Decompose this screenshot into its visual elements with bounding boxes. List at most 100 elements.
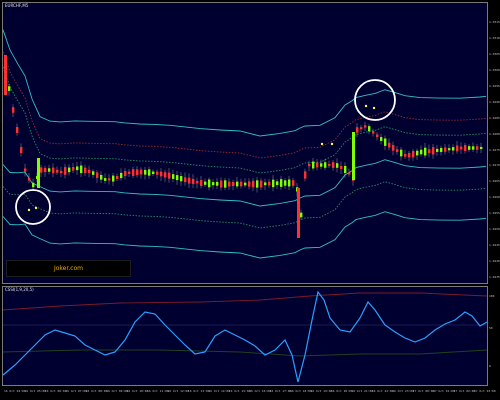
candle-body — [284, 180, 287, 186]
candle-body — [200, 180, 203, 186]
candle-body — [304, 171, 307, 179]
candle-body — [340, 165, 343, 170]
candle-body — [60, 170, 63, 174]
candle-body — [140, 169, 143, 175]
candle-body — [160, 171, 163, 177]
candle-body — [32, 182, 35, 188]
signal-arrow-marker — [320, 142, 324, 146]
candle-body — [448, 148, 451, 151]
candle-body — [368, 126, 371, 132]
candle-body — [192, 178, 195, 184]
candle-body — [84, 167, 87, 174]
candle-body — [324, 162, 327, 168]
candle-body — [108, 178, 111, 181]
candle-body — [236, 181, 239, 187]
candle-body — [240, 181, 243, 187]
candle-body — [184, 177, 187, 183]
candle-body — [384, 138, 387, 146]
candle-body — [52, 167, 55, 174]
candle-body — [428, 149, 431, 154]
candle-body — [76, 166, 79, 171]
candle-body — [164, 172, 167, 178]
candle-body — [256, 180, 259, 188]
candle-body — [244, 182, 247, 186]
candle-body — [300, 212, 303, 218]
candle-body — [80, 165, 83, 174]
candle-body — [344, 165, 347, 174]
candle-body — [44, 167, 47, 173]
candle-body — [264, 182, 267, 186]
candle-body — [20, 146, 23, 154]
candle-body — [328, 163, 331, 167]
candle-body — [268, 181, 271, 186]
candle-body — [88, 169, 91, 174]
candle-body — [28, 177, 31, 181]
candle-body — [408, 153, 411, 158]
candle-body — [316, 162, 319, 168]
candle-body — [400, 149, 403, 157]
candle-body — [480, 146, 483, 150]
candle-body — [404, 154, 407, 157]
upper-outer-band — [2, 29, 487, 137]
candle-body — [40, 167, 43, 173]
candle-body — [176, 175, 179, 181]
signal-candle-bull — [352, 132, 355, 180]
candle-body — [168, 172, 171, 179]
candle-body — [332, 162, 335, 168]
candle-body — [360, 127, 363, 130]
candle-body — [92, 171, 95, 175]
candle-body — [452, 147, 455, 151]
candle-body — [212, 182, 215, 186]
candle-body — [112, 175, 115, 182]
candle-body — [24, 168, 27, 172]
signal-arrow-marker — [330, 142, 334, 146]
signal-arrow-marker — [372, 106, 376, 110]
candle-body — [128, 171, 131, 174]
signal-candle-bear — [4, 55, 7, 95]
osc-lower-line — [2, 349, 488, 357]
candle-body — [444, 147, 447, 152]
candle-body — [48, 168, 51, 172]
candle-body — [208, 179, 211, 188]
candle-body — [424, 147, 427, 156]
buy-signal-circle — [15, 189, 51, 225]
candle-body — [196, 181, 199, 184]
candle-body — [144, 169, 147, 175]
lower-outer-band — [2, 211, 487, 259]
candle-body — [68, 167, 71, 173]
candle-body — [204, 181, 207, 185]
candle-body — [216, 181, 219, 186]
candle-body — [320, 163, 323, 167]
candle-body — [412, 150, 415, 158]
candle-body — [460, 146, 463, 150]
candle-body — [224, 180, 227, 188]
candle-body — [252, 180, 255, 188]
candle-body — [188, 177, 191, 184]
signal-candle-bear — [297, 188, 300, 238]
candle-body — [456, 145, 459, 152]
candle-body — [396, 149, 399, 152]
candle-body — [8, 86, 11, 91]
candle-body — [336, 163, 339, 168]
candle-body — [152, 171, 155, 175]
candle-body — [272, 179, 275, 188]
candle-body — [372, 131, 375, 134]
candle-body — [420, 149, 423, 155]
upper-mid-band — [2, 51, 487, 159]
candle-body — [148, 169, 151, 176]
candle-body — [180, 176, 183, 182]
candle-body — [436, 148, 439, 152]
lower-mid-band — [2, 181, 487, 229]
candle-body — [100, 174, 103, 180]
candle-body — [348, 172, 351, 175]
candle-body — [232, 182, 235, 186]
candle-body — [476, 146, 479, 150]
candle-body — [356, 127, 359, 133]
candle-body — [308, 163, 311, 167]
candle-body — [72, 167, 75, 171]
candle-body — [156, 171, 159, 175]
candle-body — [136, 169, 139, 176]
candle-body — [380, 137, 383, 141]
signal-arrow-marker — [27, 208, 31, 212]
osc-upper-line — [2, 292, 488, 311]
